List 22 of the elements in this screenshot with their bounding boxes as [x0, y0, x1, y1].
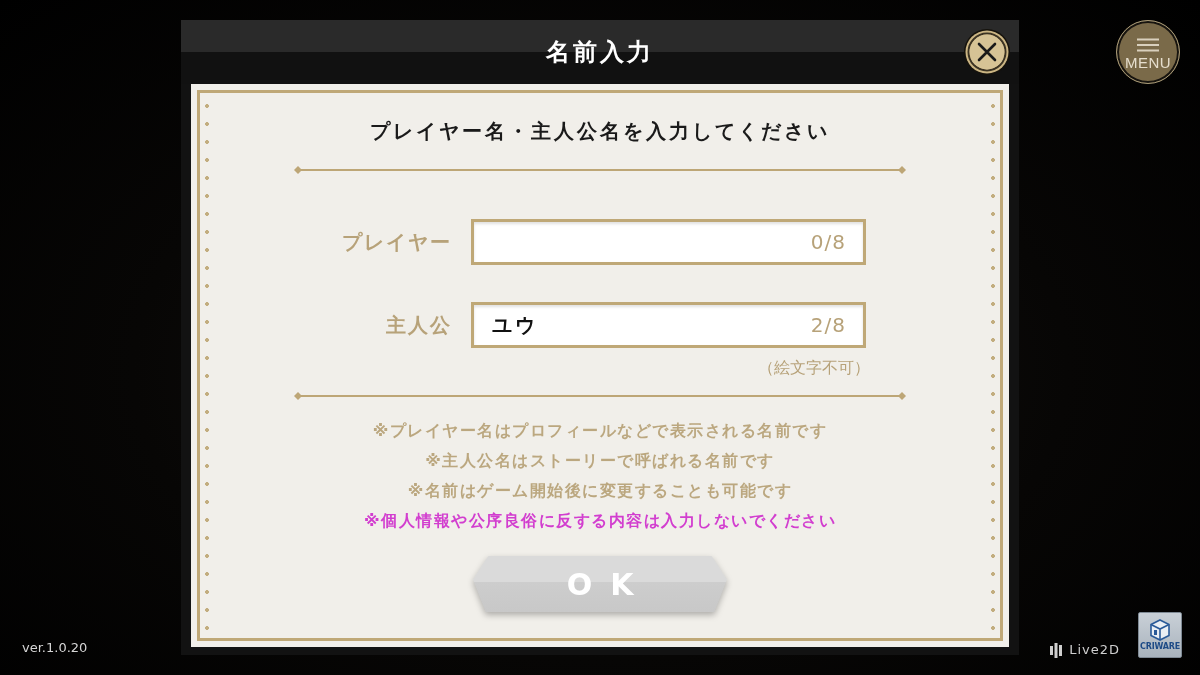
text-input-field[interactable]: 0/8 [471, 219, 866, 265]
character-counter: 2/8 [810, 313, 846, 337]
menu-button[interactable]: MENU [1116, 20, 1180, 84]
close-icon [964, 29, 1010, 75]
close-button[interactable] [964, 29, 1010, 75]
hint-text: （絵文字不可） [758, 358, 870, 377]
cube-icon [1149, 619, 1171, 641]
note-text: ※名前はゲーム開始後に変更することも可能です [407, 480, 793, 502]
logo-text: CRIWARE [1140, 642, 1180, 651]
text-input-field[interactable]: ユウ 2/8 [471, 302, 866, 348]
warning-note: ※個人情報や公序良俗に反する内容は入力しないでください [363, 510, 837, 532]
character-counter: 0/8 [810, 230, 846, 254]
logo-text: Live2D [1069, 642, 1120, 658]
note-text: ※プレイヤー名はプロフィールなどで表示される名前です [372, 420, 828, 442]
instruction-heading: プレイヤー名・主人公名を入力してください [370, 118, 830, 145]
version-label: ver.1.0.20 [22, 640, 88, 656]
logo-icon [1050, 642, 1063, 658]
dialog-title: 名前入力 [546, 37, 654, 67]
note-text: ※主人公名はストーリーで呼ばれる名前です [425, 450, 775, 472]
field-label: 主人公 [386, 312, 452, 338]
menu-icon [1137, 37, 1159, 52]
field-label: プレイヤー [342, 229, 452, 255]
